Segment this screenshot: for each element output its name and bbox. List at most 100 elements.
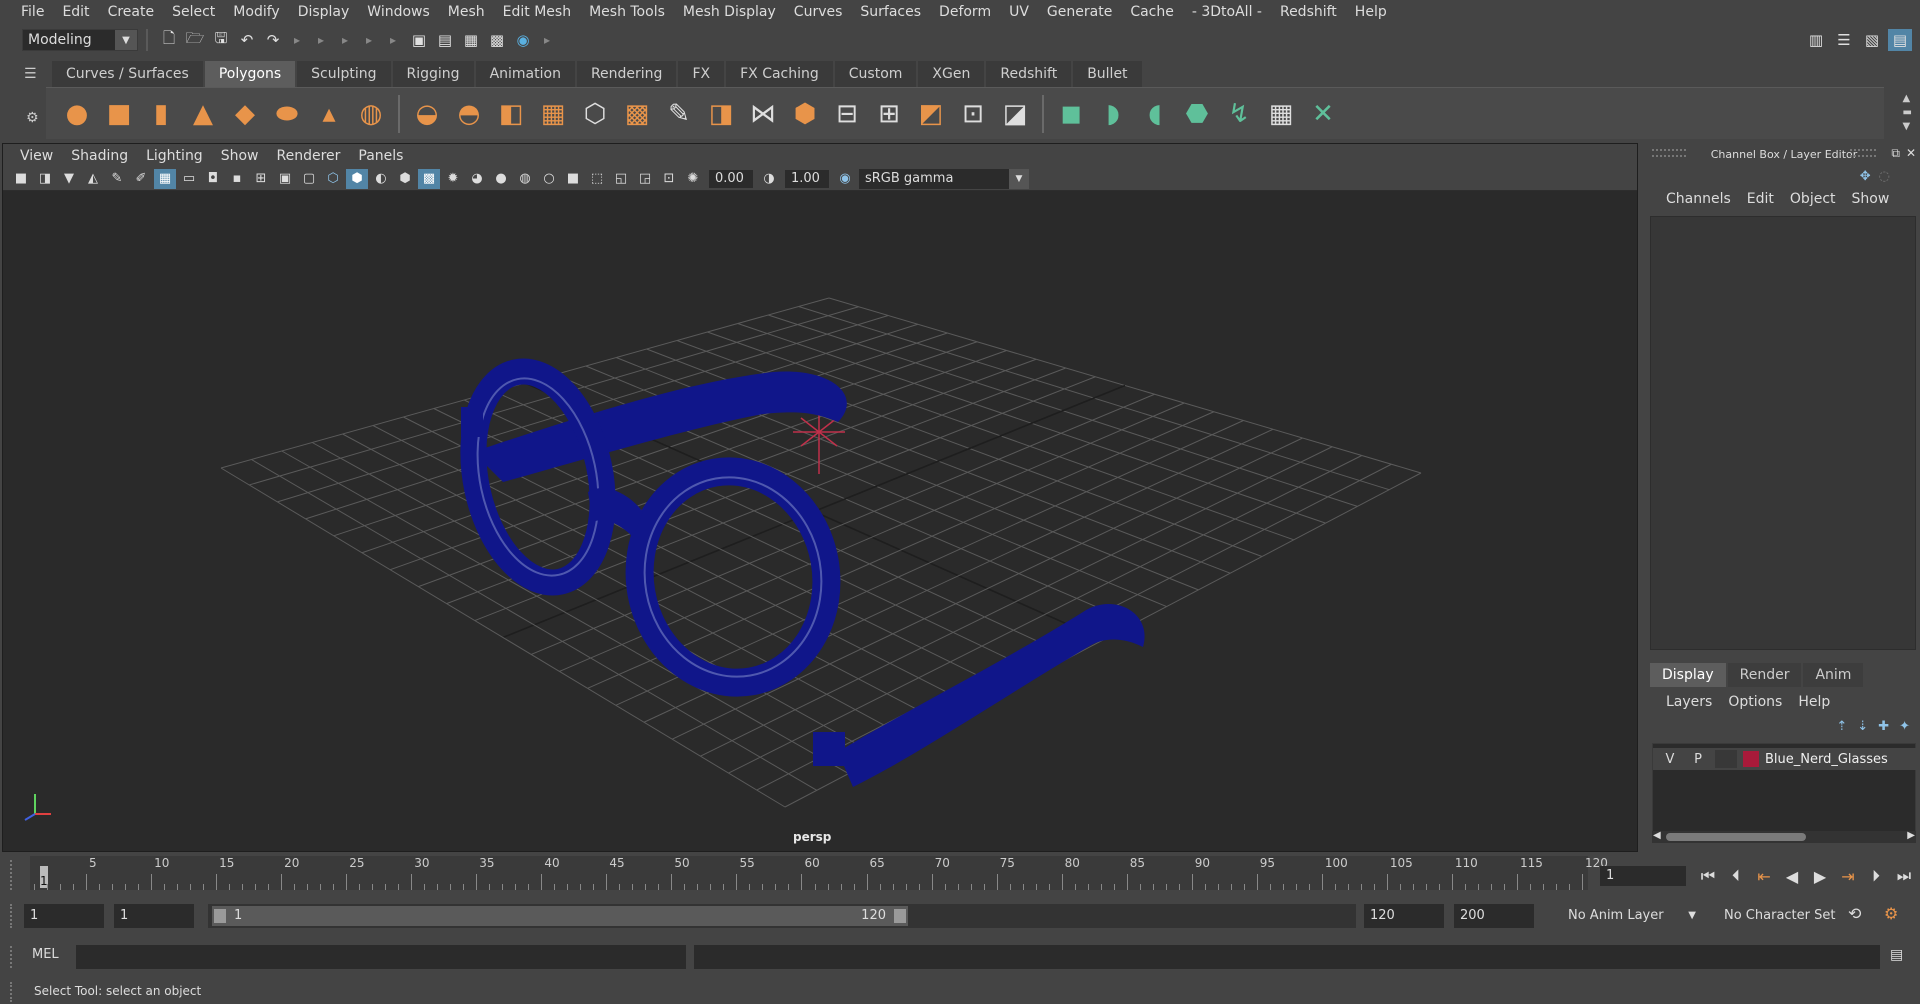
shelf-tab-sculpting[interactable]: Sculpting: [297, 61, 391, 87]
drag-handle[interactable]: [10, 946, 16, 968]
select-camera-icon[interactable]: ⬚: [586, 169, 608, 189]
safe-title-icon[interactable]: ▢: [298, 169, 320, 189]
menu-display[interactable]: Display: [289, 0, 359, 25]
layer-menu-layers[interactable]: Layers: [1658, 694, 1720, 710]
playback-start-field[interactable]: 1: [114, 904, 194, 928]
layer-name[interactable]: Blue_Nerd_Glasses: [1765, 752, 1888, 767]
save-scene-icon[interactable]: 🖫: [210, 29, 232, 51]
step-forward-key-icon[interactable]: ⇥: [1834, 862, 1862, 890]
menu-curves[interactable]: Curves: [785, 0, 852, 25]
image-plane-icon[interactable]: ◭: [82, 169, 104, 189]
shelf-tab-curves-surfaces[interactable]: Curves / Surfaces: [52, 61, 203, 87]
shelf-tab-redshift[interactable]: Redshift: [986, 61, 1072, 87]
poly-plane-icon[interactable]: ◆: [228, 97, 262, 131]
menu-modify[interactable]: Modify: [224, 0, 288, 25]
layer-tab-render[interactable]: Render: [1727, 663, 1802, 687]
viewport-menu-view[interactable]: View: [11, 148, 62, 164]
new-layer-selected-icon[interactable]: ✦: [1899, 719, 1910, 734]
poly-torus-icon[interactable]: ⬬: [270, 97, 304, 131]
textured-icon[interactable]: ▩: [418, 168, 440, 189]
layer-menu-options[interactable]: Options: [1720, 694, 1790, 710]
mirror-icon[interactable]: ◧: [494, 97, 528, 131]
shelf-tab-xgen[interactable]: XGen: [918, 61, 985, 87]
shelf-tab-fx[interactable]: FX: [678, 61, 725, 87]
cut-uv-icon[interactable]: ✕: [1306, 97, 1340, 131]
menu-help[interactable]: Help: [1346, 0, 1396, 25]
reduce-icon[interactable]: ⬡: [578, 97, 612, 131]
menu-file[interactable]: File: [12, 0, 53, 25]
viewport-menu-renderer[interactable]: Renderer: [267, 148, 349, 164]
xray-icon[interactable]: ◲: [634, 169, 656, 189]
attribute-editor-icon[interactable]: ☰: [1832, 29, 1856, 51]
scene-canvas[interactable]: [3, 192, 1637, 851]
merge-icon[interactable]: ◪: [998, 97, 1032, 131]
target-weld-icon[interactable]: ⋈: [746, 97, 780, 131]
layer-tab-display[interactable]: Display: [1650, 663, 1726, 687]
camera-attr-icon[interactable]: ◨: [34, 169, 56, 189]
layer-tab-anim[interactable]: Anim: [1803, 663, 1864, 687]
play-forwards-icon[interactable]: ▶: [1806, 862, 1834, 890]
safe-action-icon[interactable]: ▣: [274, 169, 296, 189]
menu-windows[interactable]: Windows: [358, 0, 439, 25]
depth-of-field-icon[interactable]: ■: [562, 169, 584, 189]
spherical-uv-icon[interactable]: ◖: [1138, 97, 1172, 131]
glasses-rim[interactable]: [623, 456, 843, 697]
range-end-handle[interactable]: [894, 909, 906, 923]
film-gate-icon[interactable]: ▭: [178, 169, 200, 189]
collapse-icon[interactable]: ▸: [390, 30, 398, 50]
append-polygon-icon[interactable]: ◩: [914, 97, 948, 131]
bookmark-icon[interactable]: ▼: [58, 169, 80, 189]
go-to-start-icon[interactable]: ⏮: [1694, 862, 1722, 890]
anim-layer-dropdown[interactable]: No Anim Layer ▼: [1560, 904, 1700, 928]
xray-joints-icon[interactable]: ⊡: [658, 169, 680, 189]
current-frame-field[interactable]: 1: [1600, 866, 1686, 886]
menu-edit-mesh[interactable]: Edit Mesh: [494, 0, 580, 25]
wireframe-icon[interactable]: ⬡: [322, 169, 344, 189]
default-material-icon[interactable]: ⬢: [394, 169, 416, 189]
step-forward-frame-icon[interactable]: ⏵: [1862, 862, 1890, 890]
automatic-uv-icon[interactable]: ⬣: [1180, 97, 1214, 131]
smooth-icon[interactable]: ▦: [536, 97, 570, 131]
script-editor-icon[interactable]: ▤: [1890, 947, 1903, 963]
shelf-tab-animation[interactable]: Animation: [475, 61, 575, 87]
animation-start-field[interactable]: 1: [24, 904, 104, 928]
play-backwards-icon[interactable]: ◀: [1778, 862, 1806, 890]
gamma-icon[interactable]: ◑: [758, 169, 780, 189]
range-start-handle[interactable]: [214, 909, 226, 923]
range-slider[interactable]: 1 120: [208, 904, 1356, 928]
animation-end-field[interactable]: 200: [1454, 904, 1534, 928]
multi-cut-icon[interactable]: ✎: [662, 97, 696, 131]
poly-pipe-icon[interactable]: ◍: [354, 97, 388, 131]
layer-color-swatch[interactable]: [1743, 751, 1759, 767]
grease-pencil-icon[interactable]: ✎: [106, 169, 128, 189]
render-frame-icon[interactable]: ▤: [434, 29, 456, 51]
menu-edit[interactable]: Edit: [53, 0, 98, 25]
render-settings-icon[interactable]: ▩: [486, 29, 508, 51]
range-slider-bar[interactable]: 1 120: [212, 906, 908, 926]
separate-icon[interactable]: ◓: [452, 97, 486, 131]
poly-cube-icon[interactable]: ■: [102, 97, 136, 131]
scrollbar-thumb[interactable]: [1666, 833, 1806, 841]
isolate-select-icon[interactable]: ◱: [610, 169, 632, 189]
drag-handle[interactable]: [1652, 149, 1686, 157]
channel-box-menu-show[interactable]: Show: [1844, 191, 1898, 207]
viewport-menu-show[interactable]: Show: [212, 148, 268, 164]
render-view-icon[interactable]: ▣: [408, 29, 430, 51]
channel-box-icon[interactable]: ▤: [1888, 29, 1912, 51]
shelf-settings-icon[interactable]: ⚙: [26, 110, 39, 126]
menu-generate[interactable]: Generate: [1038, 0, 1121, 25]
view-transform-dropdown[interactable]: sRGB gamma ▼: [859, 168, 1029, 189]
shelf-tab-fx-caching[interactable]: FX Caching: [726, 61, 833, 87]
poly-cylinder-icon[interactable]: ▮: [144, 97, 178, 131]
uv-unfold-icon[interactable]: ↯: [1222, 97, 1256, 131]
shelf-tab-custom[interactable]: Custom: [834, 61, 917, 87]
viewport-menu-lighting[interactable]: Lighting: [137, 148, 212, 164]
channel-box-menu-object[interactable]: Object: [1782, 191, 1844, 207]
collapse-icon[interactable]: ▸: [366, 30, 374, 50]
menu-mesh-tools[interactable]: Mesh Tools: [580, 0, 674, 25]
menu-redshift[interactable]: Redshift: [1271, 0, 1346, 25]
hypershade-icon[interactable]: ◉: [512, 29, 534, 51]
poly-pyramid-icon[interactable]: ▴: [312, 97, 346, 131]
viewport-menu-shading[interactable]: Shading: [62, 148, 137, 164]
menu-mesh-display[interactable]: Mesh Display: [674, 0, 785, 25]
